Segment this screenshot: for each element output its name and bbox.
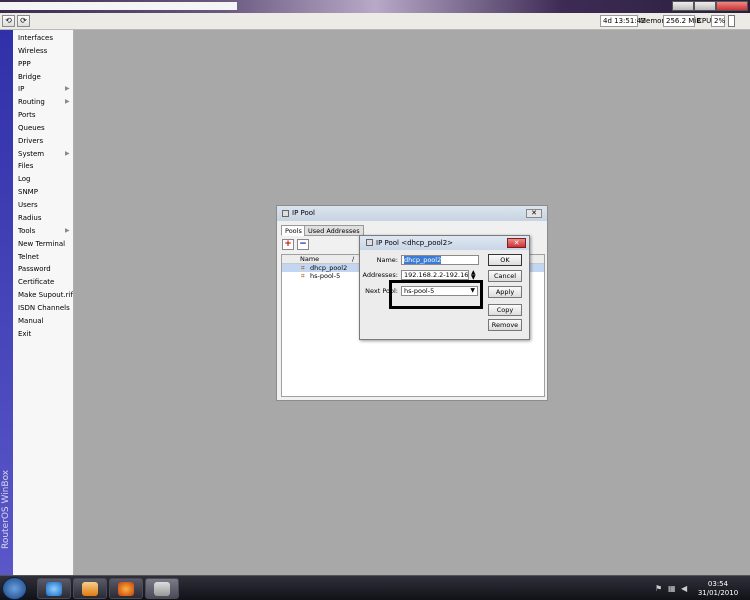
sidebar-item-make-supout[interactable]: Make Supout.rif — [18, 289, 73, 301]
ok-button[interactable]: OK — [488, 254, 522, 266]
sidebar-item-isdn-channels[interactable]: ISDN Channels — [18, 302, 70, 314]
tab-pools[interactable]: Pools — [281, 225, 306, 236]
cancel-button[interactable]: Cancel — [488, 270, 522, 282]
name-field[interactable]: dhcp_pool2 — [401, 255, 479, 265]
undo-arrow-icon[interactable]: ⟲ — [2, 15, 15, 27]
ip-pool-title: IP Pool — [292, 209, 315, 217]
column-sort-mark: / — [352, 255, 355, 263]
sidebar-item-users[interactable]: Users — [18, 199, 38, 211]
copy-button[interactable]: Copy — [488, 304, 522, 316]
column-name[interactable]: Name — [300, 255, 319, 264]
sidebar-item-interfaces[interactable]: Interfaces — [18, 32, 53, 44]
close-button[interactable] — [716, 1, 748, 11]
sidebar-item-snmp[interactable]: SNMP — [18, 186, 38, 198]
system-clock[interactable]: 03:54 31/01/2010 — [693, 580, 743, 598]
minus-icon[interactable]: − — [297, 239, 309, 250]
sidebar-item-files[interactable]: Files — [18, 160, 33, 172]
sidebar-item-radius[interactable]: Radius — [18, 212, 41, 224]
sidebar-item-ppp[interactable]: PPP — [18, 58, 31, 70]
submenu-arrow-icon: ▶ — [65, 150, 70, 157]
minimize-button[interactable] — [672, 1, 694, 11]
submenu-arrow-icon: ▶ — [65, 227, 70, 234]
submenu-arrow-icon: ▶ — [65, 85, 70, 92]
sidebar-item-system[interactable]: System ▶ — [18, 148, 70, 160]
firefox-icon[interactable] — [109, 578, 143, 599]
close-icon[interactable]: ✕ — [526, 209, 542, 218]
plus-icon[interactable]: + — [282, 239, 294, 250]
spin-arrows-icon[interactable]: ▲ ▼ — [471, 270, 476, 281]
internet-explorer-icon[interactable] — [37, 578, 71, 599]
volume-icon[interactable]: ◀ — [681, 584, 687, 593]
uptime-display: 4d 13:51:42 — [600, 15, 646, 27]
window-titlebar — [0, 0, 750, 13]
close-icon[interactable]: ✕ — [507, 238, 526, 248]
dialog-titlebar[interactable]: IP Pool <dhcp_pool2> ✕ — [360, 236, 529, 250]
toolbar: ⟲ ⟳ 4d 13:51:42 Memory: 256.2 MiB CPU: 2… — [0, 13, 750, 30]
addresses-label: Addresses: — [362, 271, 398, 279]
pool-icon: ⌗ — [301, 264, 305, 272]
sidebar-item-drivers[interactable]: Drivers — [18, 135, 43, 147]
flag-icon[interactable]: ⚑ — [655, 584, 662, 593]
sidebar-menu: Interfaces Wireless PPP Bridge IP ▶ Routi… — [13, 30, 74, 575]
remove-button[interactable]: Remove — [488, 319, 522, 331]
cpu-meter — [728, 15, 735, 27]
ip-pool-titlebar[interactable]: IP Pool ✕ — [277, 206, 547, 221]
window-icon — [366, 239, 373, 246]
cpu-value: 2% — [711, 15, 725, 27]
sidebar-item-wireless[interactable]: Wireless — [18, 45, 47, 57]
sidebar-strip: RouterOS WinBox — [0, 30, 13, 575]
media-player-icon[interactable] — [73, 578, 107, 599]
window-icon — [282, 210, 289, 217]
sidebar-item-new-terminal[interactable]: New Terminal — [18, 238, 65, 250]
highlight-annotation-box — [389, 280, 483, 309]
sidebar-item-ip[interactable]: IP ▶ — [18, 83, 70, 95]
submenu-arrow-icon: ▶ — [65, 98, 70, 105]
sidebar-item-bridge[interactable]: Bridge — [18, 71, 41, 83]
maximize-button[interactable] — [694, 1, 716, 11]
start-button[interactable] — [2, 577, 27, 600]
clock-date: 31/01/2010 — [697, 589, 739, 597]
sidebar-item-manual[interactable]: Manual — [18, 315, 43, 327]
dialog-title: IP Pool <dhcp_pool2> — [376, 239, 454, 247]
sidebar-item-password[interactable]: Password — [18, 263, 51, 275]
sidebar-item-exit[interactable]: Exit — [18, 328, 31, 340]
sidebar-item-certificate[interactable]: Certificate — [18, 276, 54, 288]
tab-used-addresses[interactable]: Used Addresses — [304, 225, 364, 236]
sidebar-item-telnet[interactable]: Telnet — [18, 251, 39, 263]
title-text-area — [0, 2, 237, 10]
name-label: Name: — [376, 256, 398, 264]
winbox-icon[interactable] — [145, 578, 179, 599]
pool-icon: ⌗ — [301, 272, 305, 280]
network-icon[interactable]: ▦ — [668, 584, 676, 593]
redo-arrow-icon[interactable]: ⟳ — [17, 15, 30, 27]
sidebar-item-tools[interactable]: Tools ▶ — [18, 225, 70, 237]
addresses-field[interactable]: 192.168.2.2-192.168.2 — [401, 270, 469, 280]
apply-button[interactable]: Apply — [488, 286, 522, 298]
sidebar-item-routing[interactable]: Routing ▶ — [18, 96, 70, 108]
taskbar: ⚑ ▦ ◀ 03:54 31/01/2010 — [0, 575, 750, 600]
sidebar-item-log[interactable]: Log — [18, 173, 31, 185]
winbox-vertical-title: RouterOS WinBox — [1, 469, 11, 549]
memory-value: 256.2 MiB — [663, 15, 701, 27]
sidebar-item-queues[interactable]: Queues — [18, 122, 45, 134]
sidebar-item-ports[interactable]: Ports — [18, 109, 36, 121]
clock-time: 03:54 — [707, 580, 729, 588]
